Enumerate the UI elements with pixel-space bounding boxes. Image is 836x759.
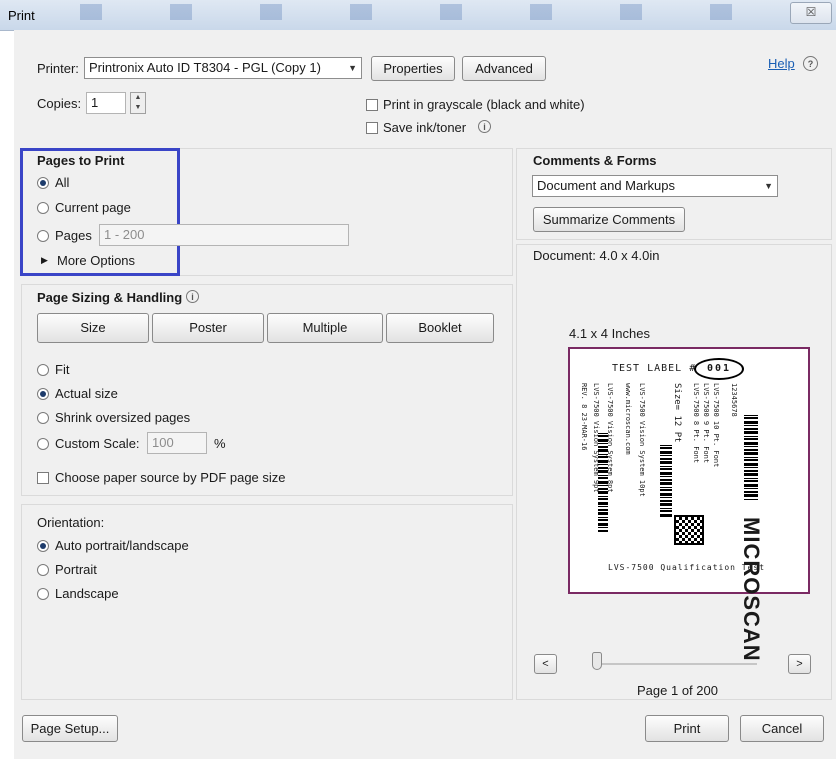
label-number: 001 — [694, 358, 744, 380]
auto-orientation-label: Auto portrait/landscape — [55, 538, 189, 553]
page-slider-thumb[interactable] — [592, 652, 602, 670]
chevron-down-icon: ▼ — [764, 181, 773, 191]
shrink-radio[interactable] — [37, 412, 49, 424]
fit-label: Fit — [55, 362, 70, 377]
pages-current-label: Current page — [55, 200, 131, 215]
orientation-panel — [21, 504, 513, 700]
cancel-button[interactable]: Cancel — [740, 715, 824, 742]
copies-stepper[interactable]: ▲ ▼ — [130, 92, 146, 114]
barcode-image — [598, 433, 608, 533]
barcode-image — [744, 415, 758, 501]
info-icon[interactable]: i — [186, 290, 199, 303]
pages-all-label: All — [55, 175, 70, 190]
pages-range-label: Pages — [55, 228, 92, 243]
sizing-title: Page Sizing & Handling — [37, 290, 183, 305]
auto-orientation-radio[interactable] — [37, 540, 49, 552]
page-slider-track — [592, 663, 757, 665]
info-icon[interactable]: i — [478, 120, 491, 133]
label-footer: LVS-7500 Qualification Test — [608, 563, 766, 572]
label-vertical-text: LVS-7500 9 Pt. Font — [702, 383, 710, 464]
next-page-button[interactable]: > — [788, 654, 811, 674]
properties-button[interactable]: Properties — [371, 56, 455, 81]
shrink-label: Shrink oversized pages — [55, 410, 191, 425]
label-preview: TEST LABEL # 001 MICROSCAN LVS-7500 Qual… — [568, 347, 810, 662]
preview-size: 4.1 x 4 Inches — [569, 326, 650, 341]
prev-page-button[interactable]: < — [534, 654, 557, 674]
poster-button[interactable]: Poster — [152, 313, 264, 343]
label-vertical-text: LVS-7500 10 Pt. Font — [712, 383, 720, 468]
label-vertical-text: LVS-7500 8 Pt. Font — [692, 383, 700, 464]
custom-scale-label: Custom Scale: — [55, 436, 140, 451]
close-icon: ☒ — [805, 5, 817, 19]
page-indicator: Page 1 of 200 — [637, 683, 718, 698]
qr-code-image — [674, 515, 704, 545]
document-size: Document: 4.0 x 4.0in — [533, 248, 660, 263]
comments-value: Document and Markups — [537, 178, 676, 193]
window-title: Print — [8, 8, 35, 23]
summarize-button[interactable]: Summarize Comments — [533, 207, 685, 232]
printer-label: Printer: — [37, 61, 79, 76]
orientation-title: Orientation: — [37, 515, 105, 530]
grayscale-label: Print in grayscale (black and white) — [383, 97, 585, 112]
copies-label: Copies: — [37, 96, 82, 111]
pages-current-radio[interactable] — [37, 202, 49, 214]
pages-title: Pages to Print — [37, 153, 125, 168]
pages-all-radio[interactable] — [37, 177, 49, 189]
size-button[interactable]: Size — [37, 313, 149, 343]
portrait-label: Portrait — [55, 562, 97, 577]
grayscale-checkbox[interactable] — [366, 99, 378, 111]
expand-triangle-icon[interactable]: ▶ — [41, 255, 48, 266]
printer-select[interactable]: Printronix Auto ID T8304 - PGL (Copy 1) … — [84, 57, 362, 79]
save-ink-checkbox[interactable] — [366, 122, 378, 134]
page-setup-button[interactable]: Page Setup... — [22, 715, 118, 742]
help-icon[interactable]: ? — [803, 56, 818, 71]
label-vertical-text: REV. 8 23-MAR-16 — [580, 383, 588, 451]
more-options-link[interactable]: More Options — [57, 253, 135, 268]
multiple-button[interactable]: Multiple — [267, 313, 383, 343]
comments-title: Comments & Forms — [533, 153, 657, 168]
paper-source-label: Choose paper source by PDF page size — [55, 470, 286, 485]
printer-value: Printronix Auto ID T8304 - PGL (Copy 1) — [89, 60, 321, 75]
comments-select[interactable]: Document and Markups ▼ — [532, 175, 778, 197]
label-vertical-text: 12345678 — [730, 383, 738, 417]
save-ink-label: Save ink/toner — [383, 120, 467, 135]
portrait-radio[interactable] — [37, 564, 49, 576]
pages-range-radio[interactable] — [37, 230, 49, 242]
label-brand: MICROSCAN — [739, 517, 764, 662]
print-button[interactable]: Print — [645, 715, 729, 742]
advanced-button[interactable]: Advanced — [462, 56, 546, 81]
label-vertical-text: LVS-7500 Vision System 10pt — [638, 383, 646, 497]
paper-source-checkbox[interactable] — [37, 472, 49, 484]
copies-input[interactable]: 1 — [86, 92, 126, 114]
label-vertical-text: Size= 12 Pt — [672, 383, 682, 443]
actual-size-radio[interactable] — [37, 388, 49, 400]
barcode-image — [660, 445, 672, 517]
landscape-label: Landscape — [55, 586, 119, 601]
fit-radio[interactable] — [37, 364, 49, 376]
label-vertical-text: www.microscan.com — [624, 383, 632, 455]
chevron-down-icon: ▼ — [348, 63, 357, 73]
background-blur — [40, 4, 760, 20]
custom-scale-input[interactable]: 100 — [147, 432, 207, 454]
pages-range-input[interactable]: 1 - 200 — [99, 224, 349, 246]
close-button[interactable]: ☒ — [790, 2, 832, 24]
custom-scale-radio[interactable] — [37, 438, 49, 450]
percent-label: % — [214, 436, 226, 451]
help-link[interactable]: Help — [768, 56, 795, 71]
label-header: TEST LABEL # — [612, 363, 697, 374]
landscape-radio[interactable] — [37, 588, 49, 600]
actual-size-label: Actual size — [55, 386, 118, 401]
booklet-button[interactable]: Booklet — [386, 313, 494, 343]
